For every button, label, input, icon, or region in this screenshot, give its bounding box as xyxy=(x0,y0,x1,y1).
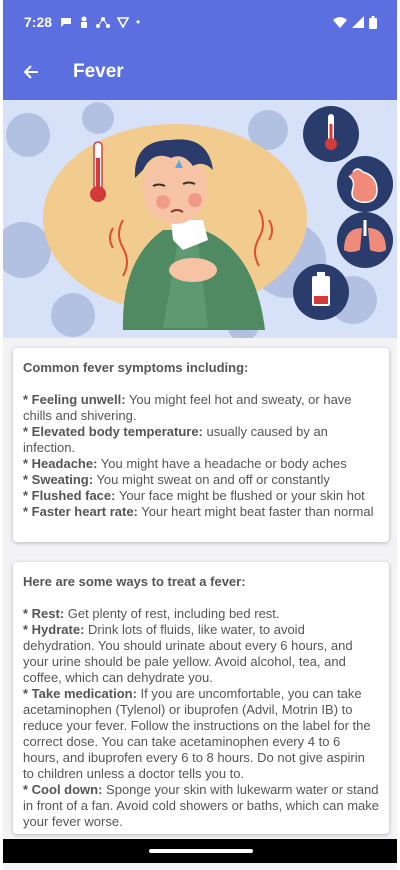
person-icon xyxy=(81,16,88,28)
list-item: * Take medication: If you are uncomforta… xyxy=(23,686,371,781)
lungs-icon xyxy=(337,212,393,268)
home-gesture-handle[interactable] xyxy=(149,849,253,853)
list-item: * Flushed face: Your face might be flush… xyxy=(23,488,365,503)
treatment-card: Here are some ways to treat a fever: * R… xyxy=(13,562,389,834)
fever-illustration xyxy=(3,100,397,338)
list-item: * Headache: You might have a headache or… xyxy=(23,456,347,471)
treatment-heading: Here are some ways to treat a fever: xyxy=(23,574,246,589)
back-arrow-icon xyxy=(23,65,38,79)
status-bar: 7:28 • xyxy=(3,0,397,44)
screen: 7:28 • Fever Common fever symptoms inclu… xyxy=(3,0,397,870)
list-item: * Hydrate: Drink lots of fluids, like wa… xyxy=(23,622,353,685)
stomach-icon xyxy=(337,156,393,212)
list-item: * Cool down: Sponge your skin with lukew… xyxy=(23,782,380,829)
page-title: Fever xyxy=(73,61,124,82)
system-icons xyxy=(333,15,377,29)
wifi-icon xyxy=(333,17,347,28)
signal-icon xyxy=(352,16,364,28)
network-icon xyxy=(96,17,111,28)
back-button[interactable] xyxy=(17,58,45,86)
symptoms-heading: Common fever symptoms including: xyxy=(23,360,249,375)
list-item: * Rest: Get plenty of rest, including be… xyxy=(23,606,280,621)
status-time: 7:28 xyxy=(24,14,53,30)
navigation-bar xyxy=(3,839,397,863)
list-item: * Feeling unwell: You might feel hot and… xyxy=(23,392,352,423)
thermometer-badge-icon xyxy=(303,106,359,162)
list-item: * Elevated body temperature: usually cau… xyxy=(23,424,328,455)
vpn-icon xyxy=(117,17,130,28)
notification-icons: • xyxy=(60,15,140,29)
app-bar: Fever xyxy=(3,44,397,100)
list-item: * Sweating: You might sweat on and off o… xyxy=(23,472,330,487)
list-item: * Faster heart rate: Your heart might be… xyxy=(23,504,374,519)
message-icon xyxy=(61,18,72,27)
symptoms-card: Common fever symptoms including: * Feeli… xyxy=(13,348,389,542)
dot-icon: • xyxy=(136,15,141,29)
battery-icon xyxy=(369,15,377,29)
battery-low-icon xyxy=(293,264,349,320)
